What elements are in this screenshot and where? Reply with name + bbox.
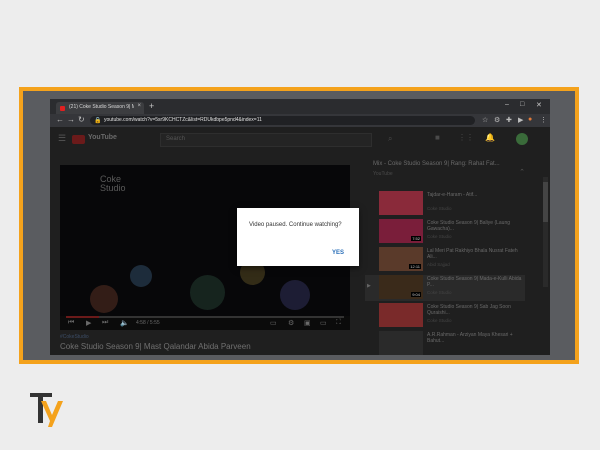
create-video-icon[interactable]: ■ — [435, 133, 440, 142]
play-icon[interactable]: ▶ — [86, 319, 91, 327]
chevron-up-icon[interactable]: ⌃ — [519, 168, 525, 176]
address-toolbar: ← → ↻ 🔒 youtube.com/watch?v=5sr9KCHCTZc&… — [50, 114, 550, 127]
tab-title: (21) Coke Studio Season 9| Ma... — [69, 104, 134, 110]
apps-grid-icon[interactable]: ⋮⋮ — [458, 133, 474, 142]
playlist-panel: Mix - Coke Studio Season 9| Rang: Rahat … — [365, 159, 535, 355]
playlist-thumbnail[interactable]: 12:11 — [379, 247, 423, 271]
playlist-item[interactable]: Tajdar-e-Haram - Atif... Coke Studio — [365, 191, 525, 217]
fullscreen-icon[interactable]: ⛶ — [336, 319, 341, 327]
settings-icon[interactable]: ⚙ — [288, 319, 294, 327]
video-title: Coke Studio Season 9| Mast Qalandar Abid… — [60, 342, 251, 351]
now-playing-icon: ▶ — [367, 283, 371, 289]
miniplayer-icon[interactable]: ▣ — [304, 319, 311, 327]
more-menu-icon[interactable]: ⋮ — [540, 116, 547, 124]
url-text: youtube.com/watch?v=5sr9KCHCTZc&list=RDU… — [104, 117, 262, 123]
hamburger-menu-icon[interactable]: ☰ — [58, 133, 66, 144]
tab-close-icon[interactable]: × — [137, 103, 141, 109]
dialog-message: Video paused. Continue watching? — [249, 222, 342, 228]
video-hashtag[interactable]: #CokeStudio — [60, 334, 89, 340]
new-tab-button[interactable]: + — [149, 101, 154, 111]
playlist-item[interactable]: 7:52 Coke Studio Season 9| Baliye (Laung … — [365, 219, 525, 245]
progress-fill — [66, 316, 100, 318]
search-icon[interactable]: ⌕ — [388, 134, 392, 144]
playlist-item-title: Coke Studio Season 9| Baliye (Laung Gawa… — [427, 220, 511, 232]
playlist-thumbnail[interactable] — [379, 331, 423, 355]
playlist-item-channel: Coke Studio — [427, 290, 452, 295]
video-controls: ⏮ ▶ ⏭ 🔈 4:58 / 5:55 ▭ ⚙ ▣ ▭ ⛶ — [60, 316, 350, 330]
highlight-frame: (21) Coke Studio Season 9| Ma... × + – □… — [19, 87, 579, 364]
video-overlay-title: Coke Studio — [100, 175, 126, 193]
tab-bar: (21) Coke Studio Season 9| Ma... × + – □… — [50, 99, 550, 114]
maximize-icon[interactable]: □ — [520, 101, 524, 108]
search-placeholder: Search — [166, 136, 186, 142]
media-icon[interactable]: ▶ — [518, 116, 523, 124]
video-frame-light — [90, 285, 118, 313]
playlist-item[interactable]: ▶ 9:04 Coke Studio Season 9| Mada-e-Kulli … — [365, 275, 525, 301]
video-overlay-line: Studio — [100, 183, 126, 193]
reload-icon[interactable]: ↻ — [78, 115, 85, 124]
lock-icon: 🔒 — [94, 118, 102, 124]
profile-icon[interactable]: ● — [528, 116, 532, 123]
playlist-item-title: A.R.Rahman - Arziyan Maya Khesari + Bahu… — [427, 332, 513, 344]
back-icon[interactable]: ← — [56, 115, 64, 124]
playlist-thumbnail[interactable]: 7:52 — [379, 219, 423, 243]
youtube-header: ☰ YouTube Search ⌕ ■ ⋮⋮ 🔔 — [50, 127, 550, 152]
playlist-item-title: Tajdar-e-Haram - Atif... — [427, 192, 478, 198]
captions-icon[interactable]: ▭ — [270, 319, 277, 327]
screenshot-area: (21) Coke Studio Season 9| Ma... × + – □… — [23, 91, 575, 360]
pause-dialog: Video paused. Continue watching? YES — [237, 208, 359, 266]
extensions-icon[interactable]: ✚ — [506, 116, 512, 124]
playlist-thumbnail[interactable] — [379, 191, 423, 215]
playlist-thumbnail[interactable]: 9:04 — [379, 275, 423, 299]
volume-icon[interactable]: 🔈 — [120, 319, 129, 327]
scroll-thumb[interactable] — [543, 182, 548, 222]
video-frame-light — [130, 265, 152, 287]
minimize-icon[interactable]: – — [505, 101, 509, 108]
playlist-item-title: Coke Studio Season 9| Sab Jag Soon Qurai… — [427, 304, 511, 316]
brand-logo-icon — [30, 393, 63, 427]
address-bar[interactable]: 🔒 youtube.com/watch?v=5sr9KCHCTZc&list=R… — [90, 116, 475, 125]
playlist-thumbnail[interactable] — [379, 303, 423, 327]
close-window-icon[interactable]: ✕ — [536, 101, 542, 109]
playlist-item[interactable]: Coke Studio Season 9| Sab Jag Soon Qurai… — [365, 303, 525, 329]
yes-button[interactable]: YES — [332, 250, 344, 256]
duration-badge: 12:11 — [409, 264, 421, 269]
duration-badge: 7:52 — [411, 236, 421, 241]
forward-icon[interactable]: → — [67, 115, 75, 124]
playlist-item-channel: Coke Studio — [427, 206, 452, 211]
avatar[interactable] — [516, 133, 528, 145]
playlist-item-channel: Coke Studio — [427, 318, 452, 323]
settings-icon[interactable]: ⚙ — [494, 116, 500, 124]
playlist-scrollbar[interactable] — [543, 177, 548, 287]
progress-bar[interactable] — [66, 316, 344, 318]
playlist-subtitle: YouTube — [373, 171, 393, 177]
duration-badge: 9:04 — [411, 292, 421, 297]
youtube-logo-icon[interactable] — [72, 135, 85, 144]
playlist-item[interactable]: 12:11 Lal Meri Pat Rakhiyo Bhala Nusrat F… — [365, 247, 525, 273]
playlist-item-channel: Abid Sajjad — [427, 262, 450, 267]
search-input[interactable]: Search — [160, 133, 372, 147]
youtube-brand[interactable]: YouTube — [88, 134, 117, 141]
notifications-icon[interactable]: 🔔 — [485, 133, 495, 142]
browser-tab[interactable]: (21) Coke Studio Season 9| Ma... × — [56, 102, 144, 114]
playlist-item-title: Lal Meri Pat Rakhiyo Bhala Nusrat Fateh … — [427, 248, 518, 260]
playlist-item[interactable]: A.R.Rahman - Arziyan Maya Khesari + Bahu… — [365, 331, 525, 355]
playlist-item-title: Coke Studio Season 9| Mada-e-Kulli Abida… — [427, 276, 522, 288]
theater-icon[interactable]: ▭ — [320, 319, 327, 327]
previous-icon[interactable]: ⏮ — [68, 319, 74, 327]
youtube-favicon-icon — [60, 106, 65, 111]
next-icon[interactable]: ⏭ — [102, 319, 108, 327]
video-frame-light — [280, 280, 310, 310]
star-icon[interactable]: ☆ — [482, 116, 488, 124]
playlist-title[interactable]: Mix - Coke Studio Season 9| Rang: Rahat … — [373, 161, 500, 167]
playlist-item-channel: Coke Studio — [427, 234, 452, 239]
time-display: 4:58 / 5:55 — [136, 320, 160, 326]
video-frame-light — [190, 275, 225, 310]
